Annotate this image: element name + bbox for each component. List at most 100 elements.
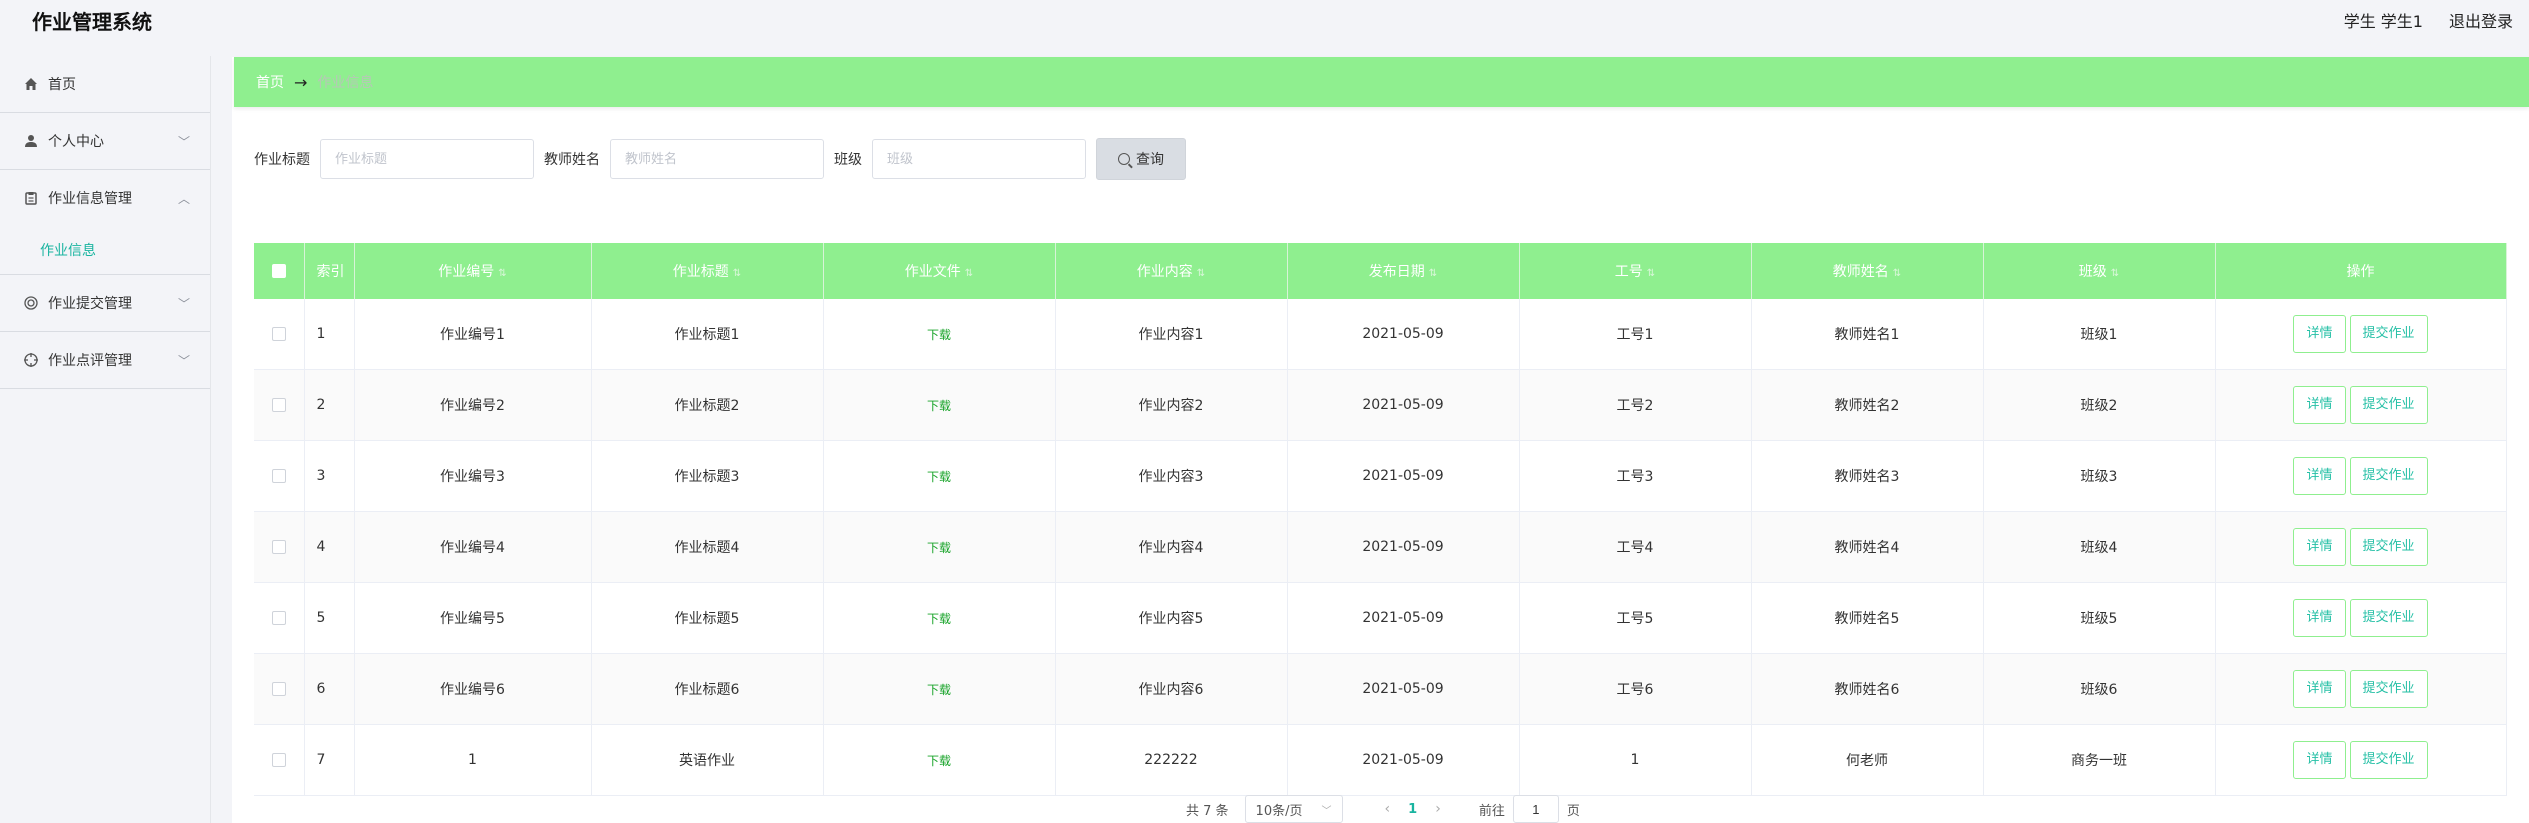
breadcrumb-current: 作业信息 [317, 75, 374, 91]
detail-button[interactable]: 详情 [2293, 386, 2346, 424]
row-checkbox[interactable] [271, 540, 286, 554]
pagination: 共 7 条 10条/页 ﹀ ‹ 1 › 前往 页 [1186, 795, 1580, 823]
download-link[interactable]: 下载 [927, 612, 951, 626]
submit-homework-button[interactable]: 提交作业 [2349, 386, 2428, 424]
col-header-empno[interactable]: 工号 ⇅ [1519, 243, 1752, 299]
row-checkbox[interactable] [271, 327, 286, 341]
col-header-code[interactable]: 作业编号 ⇅ [354, 243, 592, 299]
col-header-label: 作业编号 [438, 264, 495, 280]
detail-button[interactable]: 详情 [2293, 670, 2346, 708]
breadcrumb-home[interactable]: 首页 [256, 72, 284, 92]
table-row: 3 作业编号3 作业标题3 下载 作业内容3 2021-05-09 工号3 教师… [254, 440, 2507, 512]
row-select-cell[interactable] [254, 299, 305, 370]
download-link[interactable]: 下载 [927, 541, 951, 555]
logout-link[interactable]: 退出登录 [2449, 8, 2513, 32]
download-link[interactable]: 下载 [927, 754, 951, 768]
submit-homework-button[interactable]: 提交作业 [2349, 741, 2428, 779]
cell-teacher: 教师姓名2 [1751, 369, 1984, 441]
cell-file: 下载 [823, 369, 1056, 441]
cell-empno: 工号6 [1519, 653, 1752, 725]
next-page-icon[interactable]: › [1435, 801, 1441, 817]
select-all-checkbox[interactable] [271, 264, 286, 278]
sidebar-item-home[interactable]: 首页 [0, 56, 210, 113]
submit-homework-button[interactable]: 提交作业 [2349, 457, 2428, 495]
goto-page-input[interactable] [1512, 795, 1559, 823]
top-bar: 作业管理系统 学生 学生1 退出登录 [0, 0, 2529, 40]
submit-homework-button[interactable]: 提交作业 [2349, 670, 2428, 708]
cell-index: 7 [304, 724, 355, 796]
sort-icon[interactable]: ⇅ [733, 268, 741, 279]
row-checkbox[interactable] [271, 398, 286, 412]
cell-index: 5 [304, 582, 355, 654]
teacher-filter-label: 教师姓名 [544, 152, 600, 168]
sidebar-subitem-homework-info[interactable]: 作业信息 [0, 226, 210, 275]
cell-empno: 工号2 [1519, 369, 1752, 441]
col-header-title[interactable]: 作业标题 ⇅ [591, 243, 824, 299]
search-button[interactable]: 查询 [1096, 138, 1186, 180]
row-select-cell[interactable] [254, 511, 305, 583]
sidebar-item-review[interactable]: 作业点评管理 ﹀ [0, 332, 210, 389]
teacher-filter-input[interactable] [610, 139, 824, 179]
sort-icon[interactable]: ⇅ [1647, 268, 1655, 279]
detail-button[interactable]: 详情 [2293, 599, 2346, 637]
sort-icon[interactable]: ⇅ [498, 268, 506, 279]
pagination-total: 共 7 条 [1186, 803, 1229, 819]
table-row: 1 作业编号1 作业标题1 下载 作业内容1 2021-05-09 工号1 教师… [254, 299, 2507, 370]
detail-button[interactable]: 详情 [2293, 457, 2346, 495]
sort-icon[interactable]: ⇅ [965, 268, 973, 279]
user-icon [24, 134, 38, 148]
sidebar-item-profile[interactable]: 个人中心 ﹀ [0, 113, 210, 170]
class-filter-input[interactable] [872, 139, 1086, 179]
cell-index: 6 [304, 653, 355, 725]
detail-button[interactable]: 详情 [2293, 741, 2346, 779]
sort-icon[interactable]: ⇅ [1197, 268, 1205, 279]
row-select-cell[interactable] [254, 440, 305, 512]
cell-teacher: 教师姓名1 [1751, 299, 1984, 370]
col-header-file[interactable]: 作业文件 ⇅ [823, 243, 1056, 299]
col-header-content[interactable]: 作业内容 ⇅ [1055, 243, 1288, 299]
col-header-teacher[interactable]: 教师姓名 ⇅ [1751, 243, 1984, 299]
cell-actions: 详情 提交作业 [2215, 299, 2507, 370]
col-header-class[interactable]: 班级 ⇅ [1983, 243, 2216, 299]
row-select-cell[interactable] [254, 369, 305, 441]
cell-class: 班级4 [1983, 511, 2216, 583]
cell-content: 作业内容5 [1055, 582, 1288, 654]
cell-date: 2021-05-09 [1287, 653, 1520, 725]
table-row: 4 作业编号4 作业标题4 下载 作业内容4 2021-05-09 工号4 教师… [254, 511, 2507, 583]
download-link[interactable]: 下载 [927, 470, 951, 484]
cell-title: 作业标题1 [591, 299, 824, 370]
title-filter-input[interactable] [320, 139, 534, 179]
download-link[interactable]: 下载 [927, 683, 951, 697]
submit-homework-button[interactable]: 提交作业 [2349, 599, 2428, 637]
prev-page-icon[interactable]: ‹ [1385, 801, 1391, 817]
table-header-row: 索引 作业编号 ⇅ 作业标题 ⇅ 作业文件 ⇅ 作业内容 ⇅ 发布日期 ⇅ 工号 ⇅ 教师姓… [254, 243, 2507, 299]
clipboard-icon [24, 191, 38, 205]
row-checkbox[interactable] [271, 469, 286, 483]
sort-icon[interactable]: ⇅ [1893, 268, 1901, 279]
submit-homework-button[interactable]: 提交作业 [2349, 528, 2428, 566]
row-select-cell[interactable] [254, 653, 305, 725]
page-size-select[interactable]: 10条/页 ﹀ [1244, 795, 1343, 823]
col-header-label: 作业标题 [672, 264, 729, 280]
row-select-cell[interactable] [254, 582, 305, 654]
sidebar-item-homework-info[interactable]: 作业信息管理 ︿ [0, 170, 210, 226]
current-user[interactable]: 学生 学生1 [2344, 8, 2423, 32]
download-link[interactable]: 下载 [927, 399, 951, 413]
row-checkbox[interactable] [271, 682, 286, 696]
row-checkbox[interactable] [271, 753, 286, 767]
sidebar-item-submission[interactable]: 作业提交管理 ﹀ [0, 275, 210, 332]
download-link[interactable]: 下载 [927, 328, 951, 342]
page-number-current[interactable]: 1 [1408, 802, 1417, 817]
sidebar-item-label: 作业提交管理 [48, 296, 132, 312]
cell-class: 班级6 [1983, 653, 2216, 725]
select-all-cell[interactable] [254, 243, 305, 299]
detail-button[interactable]: 详情 [2293, 315, 2346, 353]
submit-homework-button[interactable]: 提交作业 [2349, 315, 2428, 353]
row-checkbox[interactable] [271, 611, 286, 625]
detail-button[interactable]: 详情 [2293, 528, 2346, 566]
sort-icon[interactable]: ⇅ [2111, 268, 2119, 279]
row-select-cell[interactable] [254, 724, 305, 796]
cell-empno: 工号1 [1519, 299, 1752, 370]
col-header-date[interactable]: 发布日期 ⇅ [1287, 243, 1520, 299]
sort-icon[interactable]: ⇅ [1429, 268, 1437, 279]
